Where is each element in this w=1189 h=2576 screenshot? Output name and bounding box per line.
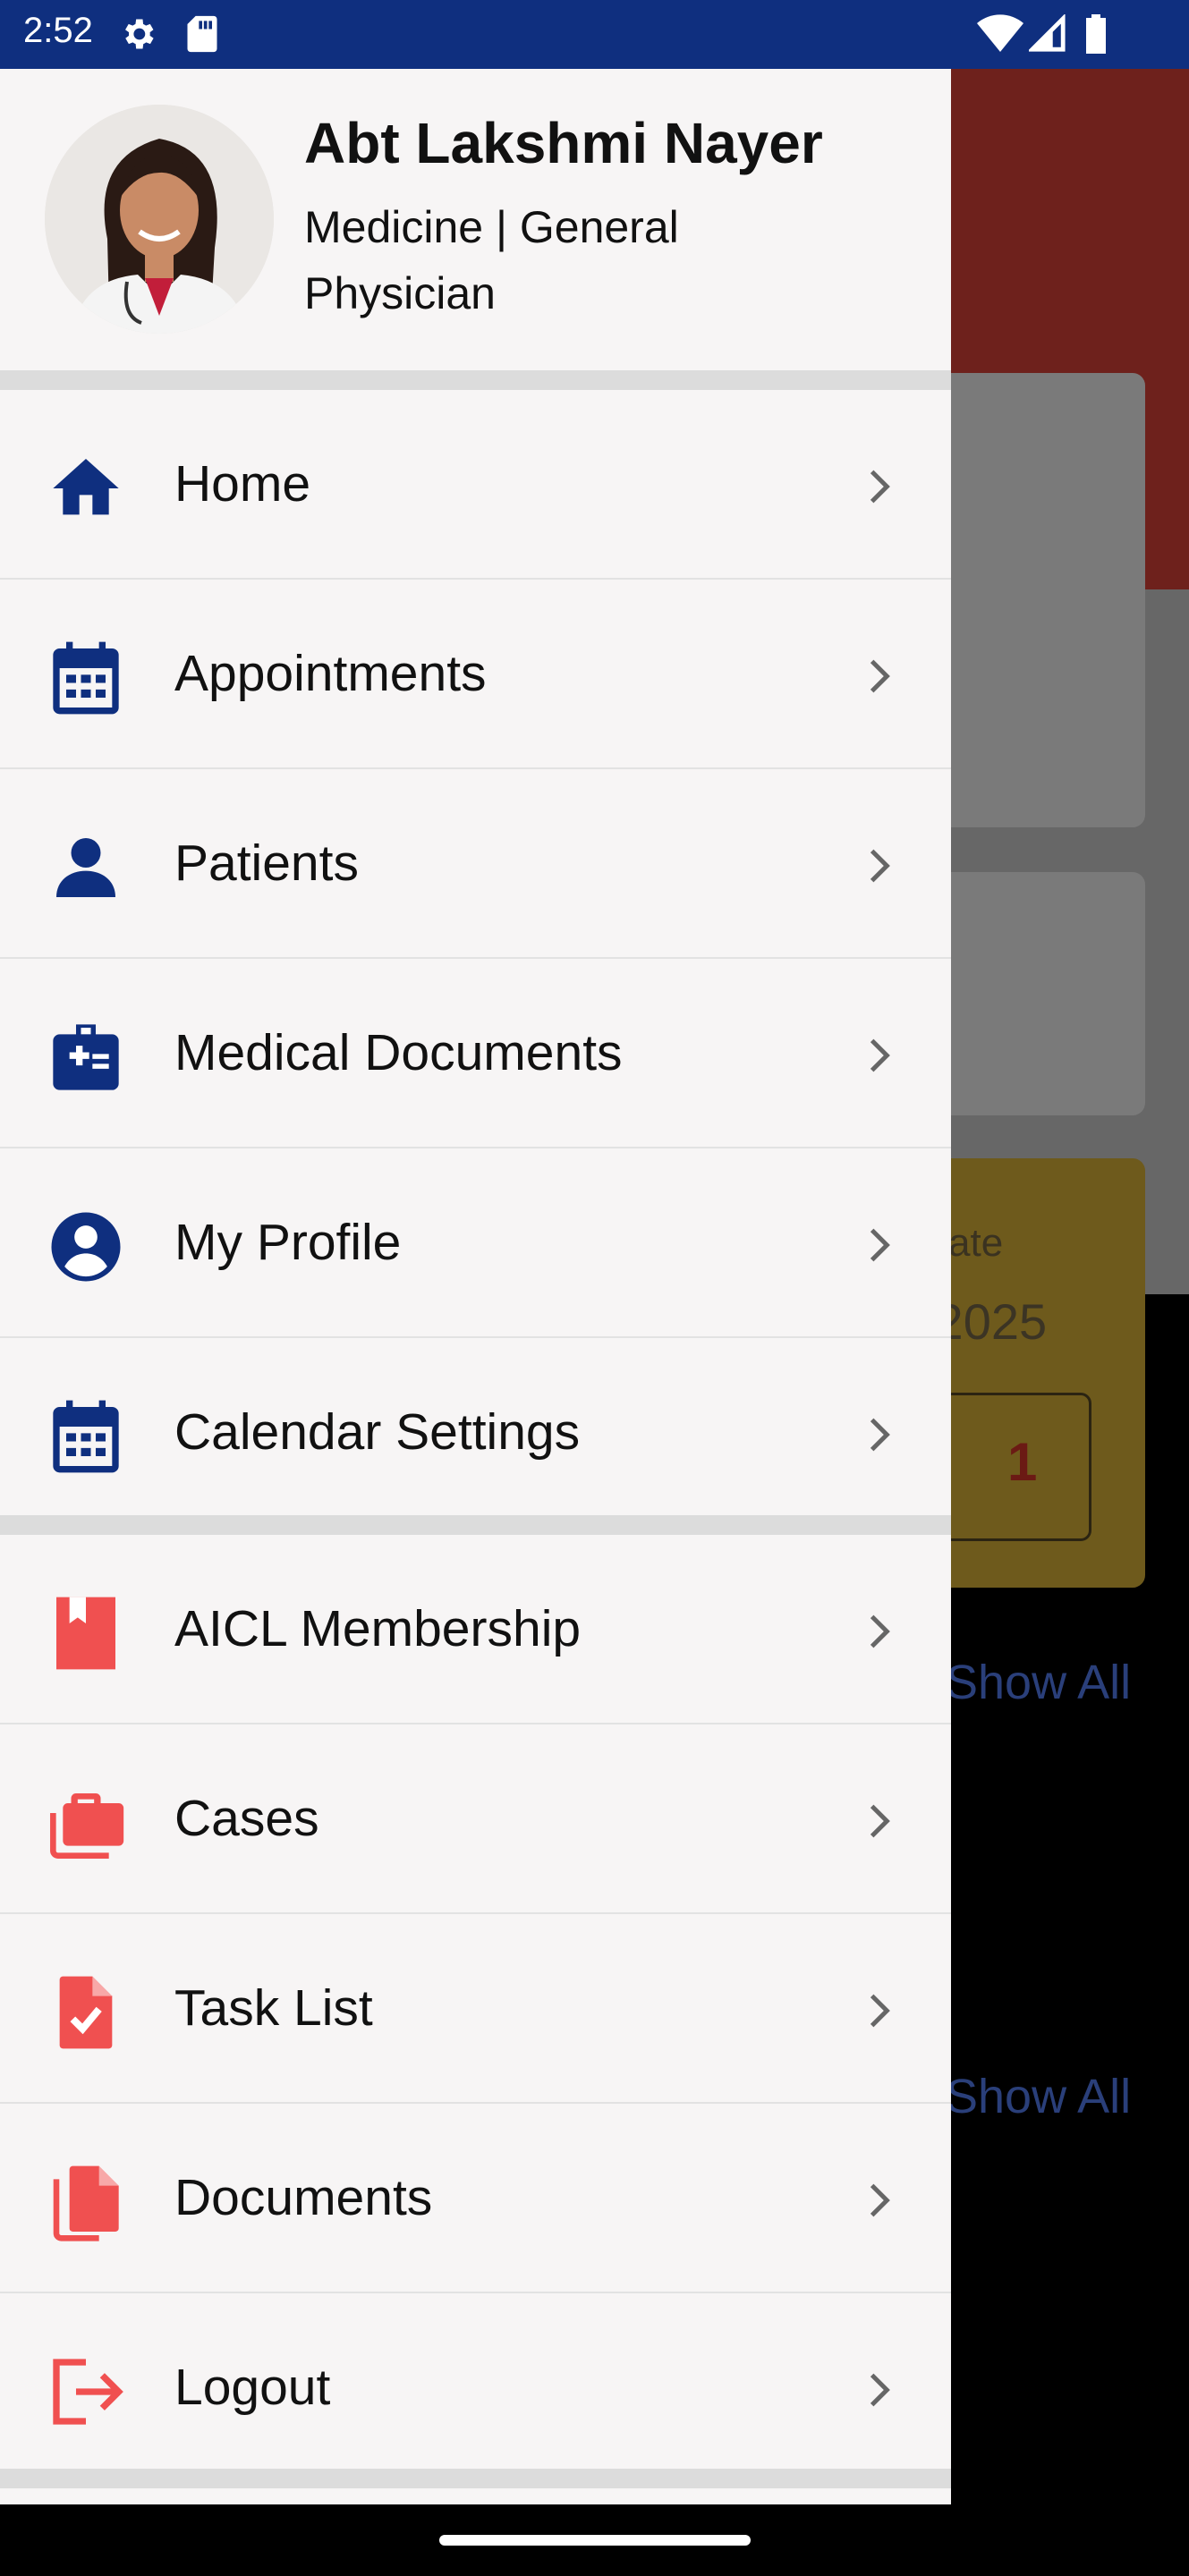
date-label: ate: [948, 1221, 1004, 1265]
menu-item-label: Cases: [174, 1790, 319, 1847]
menu-item-aicl-membership[interactable]: AICL Membership: [0, 1535, 951, 1724]
chevron-right-icon: [870, 2183, 890, 2217]
menu-item-label: My Profile: [174, 1214, 402, 1271]
documents-icon: [53, 2165, 119, 2241]
logout-icon: [53, 2359, 123, 2425]
divider: [0, 370, 951, 390]
chevron-right-icon: [870, 1418, 890, 1452]
account-circle-icon: [51, 1212, 121, 1282]
chevron-right-icon: [870, 1994, 890, 2028]
menu-item-medical-documents[interactable]: Medical Documents: [0, 959, 951, 1148]
doctor-avatar: [45, 105, 274, 334]
doctor-name: Abt Lakshmi Nayer: [304, 111, 823, 175]
menu-item-label: AICL Membership: [174, 1600, 582, 1657]
briefcase-icon: [50, 1793, 124, 1859]
chevron-right-icon: [870, 2373, 890, 2407]
navigation-drawer: Abt Lakshmi Nayer Medicine | General Phy…: [0, 69, 951, 2504]
chevron-right-icon: [870, 849, 890, 883]
divider: [0, 1515, 951, 1535]
doctor-specialty: Medicine | General Physician: [304, 202, 679, 318]
show-all-link: Show All: [946, 2070, 1132, 2123]
chevron-right-icon: [870, 470, 890, 504]
cellular-signal-icon: [1029, 14, 1066, 52]
menu-item-patients[interactable]: Patients: [0, 769, 951, 959]
sd-card-icon: [187, 15, 217, 53]
menu-item-logout[interactable]: Logout: [0, 2293, 951, 2483]
secondary-menu: AICL Membership Cases Task List Document…: [0, 1535, 951, 2483]
profile-header[interactable]: Abt Lakshmi Nayer Medicine | General Phy…: [0, 69, 951, 370]
menu-item-appointments[interactable]: Appointments: [0, 580, 951, 769]
menu-item-cases[interactable]: Cases: [0, 1724, 951, 1914]
chevron-right-icon: [870, 1228, 890, 1262]
count-value: 1: [1007, 1432, 1038, 1492]
chevron-right-icon: [870, 1038, 890, 1072]
primary-menu: Home Appointments Patients Medical Docum…: [0, 390, 951, 1528]
menu-item-home[interactable]: Home: [0, 390, 951, 580]
avatar-image: [45, 105, 274, 334]
wifi-icon: [977, 14, 1023, 52]
person-icon: [56, 838, 115, 897]
bookmark-icon: [56, 1597, 115, 1670]
menu-item-label: Medical Documents: [174, 1024, 623, 1081]
menu-item-label: Home: [174, 455, 311, 513]
menu-item-label: Calendar Settings: [174, 1403, 581, 1461]
status-time: 2:52: [23, 11, 93, 50]
menu-item-label: Logout: [174, 2359, 331, 2416]
status-bar: 2:52: [0, 0, 1189, 69]
battery-icon: [1086, 14, 1106, 54]
menu-item-my-profile[interactable]: My Profile: [0, 1148, 951, 1338]
chevron-right-icon: [870, 1614, 890, 1648]
home-gesture-handle[interactable]: [439, 2535, 751, 2546]
medical-kit-icon: [53, 1024, 119, 1090]
menu-item-calendar-settings[interactable]: Calendar Settings: [0, 1338, 951, 1528]
task-document-icon: [59, 1976, 113, 2049]
chevron-right-icon: [870, 1804, 890, 1838]
menu-item-label: Patients: [174, 835, 359, 892]
chevron-right-icon: [870, 659, 890, 693]
menu-item-label: Documents: [174, 2169, 433, 2226]
menu-item-label: Task List: [174, 1979, 373, 2037]
calendar-icon: [53, 641, 119, 715]
calendar-icon: [53, 1400, 119, 1473]
system-navigation-bar: [0, 2504, 1189, 2576]
divider: [0, 2469, 951, 2488]
home-icon: [53, 459, 119, 515]
show-all-link: Show All: [946, 1656, 1132, 1709]
menu-item-label: Appointments: [174, 645, 487, 702]
menu-item-task-list[interactable]: Task List: [0, 1914, 951, 2104]
menu-item-documents[interactable]: Documents: [0, 2104, 951, 2293]
settings-gear-icon: [125, 19, 154, 49]
